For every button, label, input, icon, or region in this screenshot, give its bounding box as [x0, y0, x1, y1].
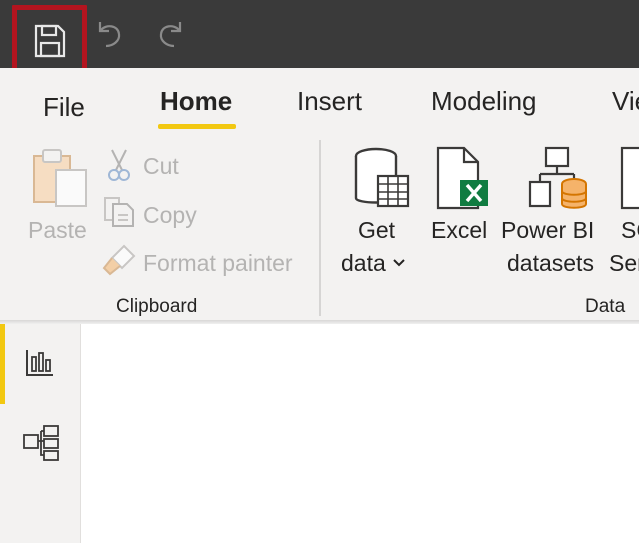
report-view-button[interactable] [0, 324, 80, 404]
clipboard-group-label: Clipboard [116, 296, 198, 317]
excel-label: Excel [431, 217, 488, 243]
format-painter-icon [102, 244, 136, 276]
dataset-hierarchy-icon [528, 146, 587, 209]
power-bi-window: File Home Insert Modeling Vie Paste Cut [0, 0, 639, 543]
active-tab-indicator [158, 124, 236, 129]
get-data-label-line2: data [341, 250, 386, 276]
redo-icon [159, 22, 182, 48]
ribbon-tabs: File Home Insert Modeling Vie [0, 68, 639, 140]
ribbon: Paste Cut Copy Format painter Clipboard … [0, 140, 639, 320]
tab-modeling[interactable]: Modeling [431, 86, 537, 117]
title-bar [0, 0, 639, 76]
data-group-label: Data [585, 296, 626, 317]
undo-button[interactable] [80, 0, 140, 68]
power-bi-datasets-label-line1: Power BI [501, 217, 595, 243]
tab-insert[interactable]: Insert [297, 86, 362, 117]
report-view-icon [26, 350, 53, 376]
tab-home[interactable]: Home [160, 86, 232, 117]
sql-server-label-line2: Ser [609, 250, 639, 276]
format-painter-label: Format painter [143, 250, 293, 276]
report-canvas[interactable] [81, 324, 639, 543]
sql-server-icon [620, 146, 639, 210]
model-view-button[interactable] [0, 404, 80, 484]
sql-server-label-line1: SC [621, 217, 639, 243]
tab-file[interactable]: File [43, 92, 85, 123]
copy-icon [104, 197, 134, 227]
power-bi-datasets-label-line2: datasets [507, 250, 594, 276]
paste-icon [33, 149, 87, 207]
excel-icon [436, 146, 488, 210]
cut-label: Cut [143, 153, 179, 179]
view-switcher-rail [0, 324, 81, 543]
undo-icon [98, 22, 121, 48]
chevron-down-icon [393, 259, 405, 267]
database-table-icon [354, 147, 410, 208]
get-data-label-line1: Get [358, 217, 396, 243]
paste-label: Paste [28, 217, 87, 243]
scissors-icon [108, 149, 130, 181]
model-view-icon [23, 425, 59, 461]
copy-label: Copy [143, 202, 197, 228]
group-separator [319, 140, 321, 316]
redo-button[interactable] [140, 0, 200, 68]
tab-view[interactable]: Vie [612, 86, 639, 117]
save-highlight-box [12, 5, 87, 76]
